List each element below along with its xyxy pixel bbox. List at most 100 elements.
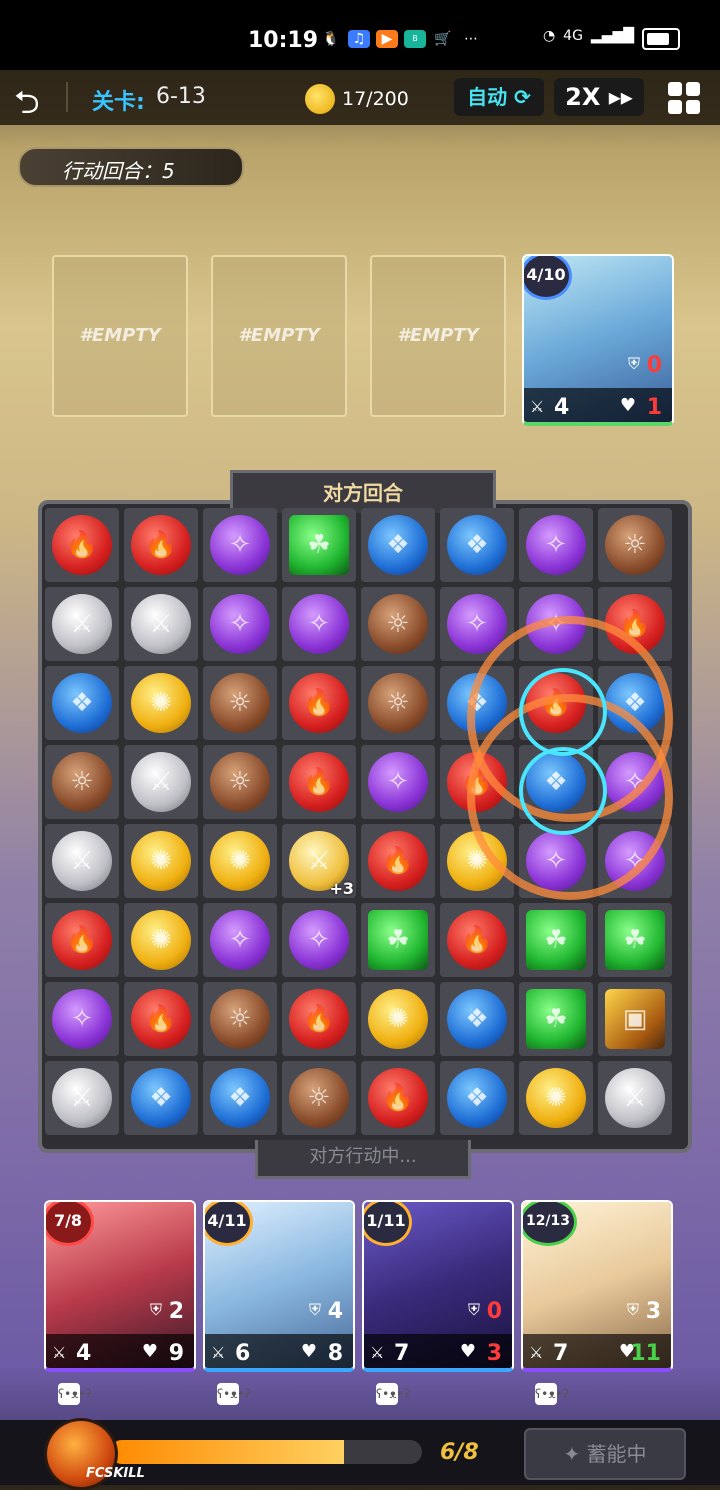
- board-cell[interactable]: ✺: [124, 666, 198, 740]
- yellow-gem-icon[interactable]: ✺: [526, 1068, 586, 1128]
- board-cell[interactable]: ☘: [519, 982, 593, 1056]
- board-cell[interactable]: 🔥: [45, 903, 119, 977]
- brown-gem-icon[interactable]: ☼: [210, 673, 270, 733]
- board-cell[interactable]: ☼: [45, 745, 119, 819]
- board-cell[interactable]: 🔥: [282, 666, 356, 740]
- red-gem-icon[interactable]: 🔥: [131, 989, 191, 1049]
- yellow-gem-icon[interactable]: ✺: [210, 831, 270, 891]
- red-gem-icon[interactable]: 🔥: [52, 515, 112, 575]
- board-cell[interactable]: ✧: [519, 508, 593, 582]
- green-gem-icon[interactable]: ☘: [368, 910, 428, 970]
- board-cell[interactable]: ✧: [203, 587, 277, 661]
- board-cell[interactable]: ☘: [361, 903, 435, 977]
- board-cell[interactable]: ✧: [282, 903, 356, 977]
- brown-gem-icon[interactable]: ☼: [52, 752, 112, 812]
- board-cell[interactable]: ❖: [203, 1061, 277, 1135]
- board-cell[interactable]: ❖: [361, 508, 435, 582]
- blue-gem-icon[interactable]: ❖: [210, 1068, 270, 1128]
- board-cell[interactable]: ✧: [45, 982, 119, 1056]
- board-cell[interactable]: ✺: [519, 1061, 593, 1135]
- board-cell[interactable]: 🔥: [440, 903, 514, 977]
- sword-gem-icon[interactable]: ⚔: [131, 594, 191, 654]
- yellow-gem-icon[interactable]: ✺: [131, 673, 191, 733]
- board-cell[interactable]: ❖: [124, 1061, 198, 1135]
- board-cell[interactable]: ✺: [203, 824, 277, 898]
- board-cell[interactable]: ☼: [361, 587, 435, 661]
- team-card[interactable]: 4/11 ⛨ 4 ⚔ 6 ♥ 8: [203, 1200, 355, 1372]
- red-gem-icon[interactable]: 🔥: [368, 1068, 428, 1128]
- auto-button[interactable]: 自动 ⟳: [454, 78, 544, 116]
- board-cell[interactable]: ⚔: [45, 587, 119, 661]
- red-gem-icon[interactable]: 🔥: [52, 910, 112, 970]
- board-cell[interactable]: ❖: [45, 666, 119, 740]
- team-card[interactable]: 1/11 ⛨ 0 ⚔ 7 ♥ 3: [362, 1200, 514, 1372]
- brown-gem-icon[interactable]: ☼: [368, 594, 428, 654]
- sword-gem-icon[interactable]: ⚔: [131, 752, 191, 812]
- board-cell[interactable]: 🔥: [282, 982, 356, 1056]
- gem-board[interactable]: 🔥 🔥 ✧ ☘ ❖ ❖ ✧ ☼ ⚔ ⚔ ✧ ✧ ☼ ✧ ✧ 🔥 ❖ ✺ ☼ 🔥 ☼ ❖ 🔥 ❖ ☼ ⚔ ☼ 🔥 ✧ 🔥 ❖ ✧ ⚔ ✺ ✺ ⚔ +3 🔥 ✺…: [45, 508, 677, 1140]
- back-icon[interactable]: ⮌: [14, 80, 40, 134]
- red-gem-icon[interactable]: 🔥: [131, 515, 191, 575]
- board-cell[interactable]: ❖: [440, 1061, 514, 1135]
- board-cell[interactable]: ☼: [203, 745, 277, 819]
- yellow-gem-icon[interactable]: ✺: [131, 831, 191, 891]
- red-gem-icon[interactable]: 🔥: [447, 910, 507, 970]
- board-cell[interactable]: ✺: [124, 903, 198, 977]
- team-card[interactable]: 7/8 ⛨ 2 ⚔ 4 ♥ 9: [44, 1200, 196, 1372]
- enemy-card[interactable]: 4/10 ⛨ 0 ⚔ 4 ♥ 1: [522, 254, 674, 426]
- purple-gem-icon[interactable]: ✧: [210, 515, 270, 575]
- team-card[interactable]: 12/13 ⛨ 3 ⚔ 7 ♥ 11: [521, 1200, 673, 1372]
- purple-gem-icon[interactable]: ✧: [210, 594, 270, 654]
- blue-gem-icon[interactable]: ❖: [368, 515, 428, 575]
- yellow-gem-icon[interactable]: ✺: [131, 910, 191, 970]
- box-gem-icon[interactable]: ▣: [605, 989, 665, 1049]
- board-cell[interactable]: ☼: [361, 666, 435, 740]
- board-cell[interactable]: ☼: [598, 508, 672, 582]
- brown-gem-icon[interactable]: ☼: [368, 673, 428, 733]
- board-cell[interactable]: 🔥: [361, 824, 435, 898]
- board-cell[interactable]: ✧: [203, 508, 277, 582]
- blue-gem-icon[interactable]: ❖: [447, 989, 507, 1049]
- board-cell[interactable]: ⚔: [124, 745, 198, 819]
- blue-gem-icon[interactable]: ❖: [447, 1068, 507, 1128]
- menu-grid-icon[interactable]: [668, 82, 700, 114]
- green-gem-icon[interactable]: ☘: [526, 989, 586, 1049]
- board-cell[interactable]: ☘: [598, 903, 672, 977]
- speed-button[interactable]: 2X ▸▸: [554, 78, 644, 116]
- board-cell[interactable]: 🔥: [45, 508, 119, 582]
- board-cell[interactable]: ☼: [282, 1061, 356, 1135]
- yellow-gem-icon[interactable]: ✺: [368, 989, 428, 1049]
- board-cell[interactable]: ⚔: [45, 824, 119, 898]
- purple-gem-icon[interactable]: ✧: [368, 752, 428, 812]
- red-gem-icon[interactable]: 🔥: [289, 989, 349, 1049]
- red-gem-icon[interactable]: 🔥: [368, 831, 428, 891]
- board-cell[interactable]: ❖: [440, 508, 514, 582]
- charge-button[interactable]: ✦ 蓄能中: [524, 1428, 686, 1480]
- board-cell[interactable]: ⚔ +3: [282, 824, 356, 898]
- blue-gem-icon[interactable]: ❖: [52, 673, 112, 733]
- purple-gem-icon[interactable]: ✧: [210, 910, 270, 970]
- brown-gem-icon[interactable]: ☼: [605, 515, 665, 575]
- green-gem-icon[interactable]: ☘: [605, 910, 665, 970]
- board-cell[interactable]: ⚔: [598, 1061, 672, 1135]
- board-cell[interactable]: ✺: [361, 982, 435, 1056]
- red-gem-icon[interactable]: 🔥: [289, 752, 349, 812]
- board-cell[interactable]: 🔥: [282, 745, 356, 819]
- board-cell[interactable]: ⚔: [45, 1061, 119, 1135]
- board-cell[interactable]: 🔥: [124, 982, 198, 1056]
- purple-gem-icon[interactable]: ✧: [526, 515, 586, 575]
- board-cell[interactable]: ☘: [282, 508, 356, 582]
- board-cell[interactable]: ⚔: [124, 587, 198, 661]
- green-gem-icon[interactable]: ☘: [526, 910, 586, 970]
- purple-gem-icon[interactable]: ✧: [289, 910, 349, 970]
- board-cell[interactable]: ✧: [282, 587, 356, 661]
- board-cell[interactable]: 🔥: [361, 1061, 435, 1135]
- board-cell[interactable]: ▣: [598, 982, 672, 1056]
- sword-gem-icon[interactable]: ⚔: [52, 831, 112, 891]
- board-cell[interactable]: 🔥: [124, 508, 198, 582]
- board-cell[interactable]: ☼: [203, 982, 277, 1056]
- brown-gem-icon[interactable]: ☼: [289, 1068, 349, 1128]
- board-cell[interactable]: ✧: [203, 903, 277, 977]
- green-gem-icon[interactable]: ☘: [289, 515, 349, 575]
- brown-gem-icon[interactable]: ☼: [210, 752, 270, 812]
